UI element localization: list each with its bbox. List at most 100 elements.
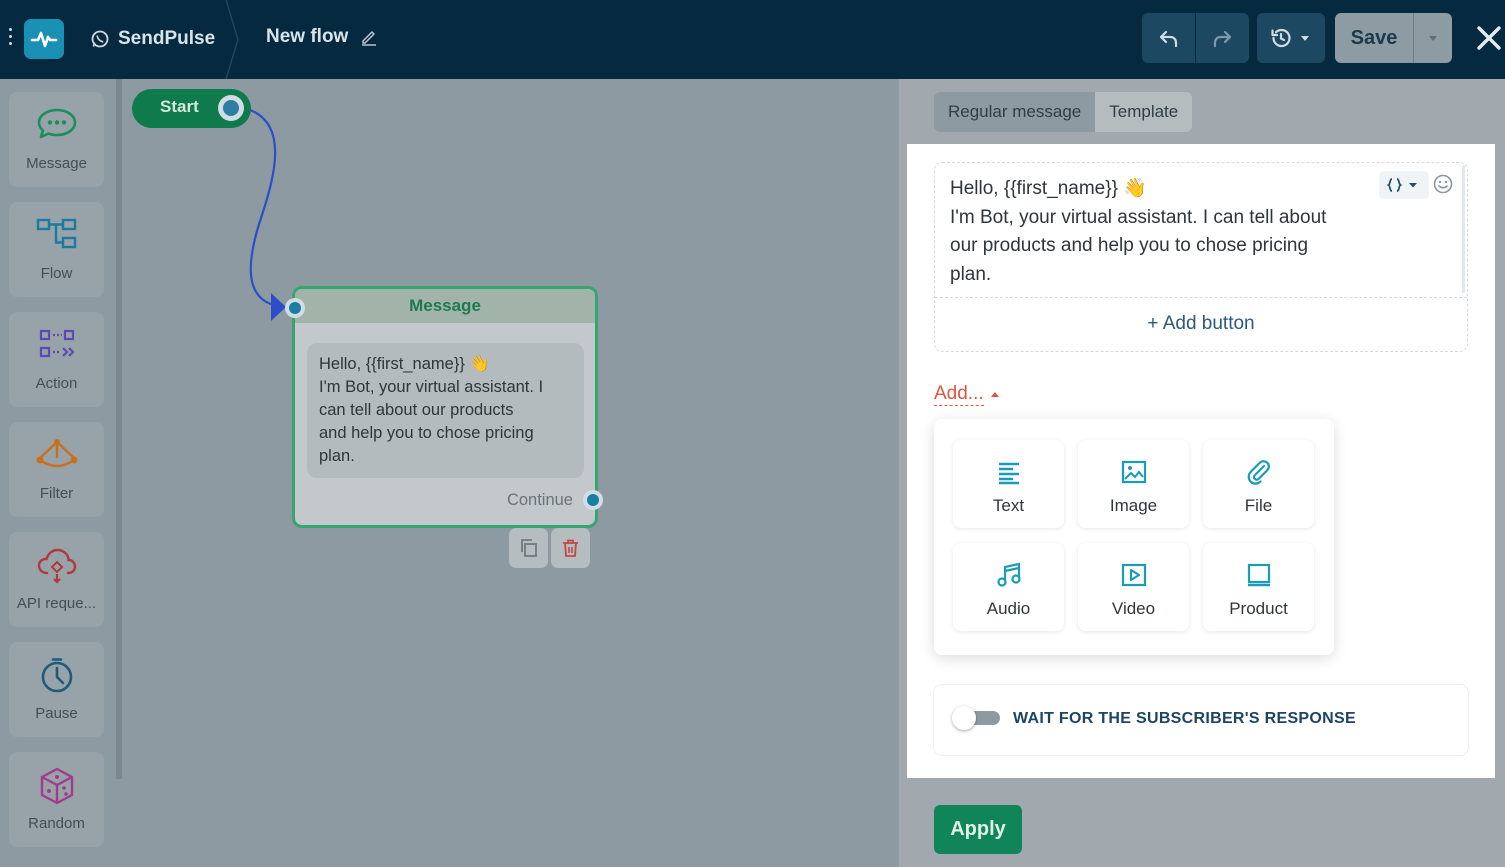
image-icon [1121,460,1147,484]
trash-icon [563,539,578,557]
insert-variable-button[interactable] [1379,171,1429,199]
message-textarea[interactable]: Hello, {{first_name}} 👋 I'm Bot, your vi… [935,163,1467,298]
editor-line: I'm Bot, your virtual assistant. I can t… [950,206,1327,228]
option-label: Image [1109,496,1158,515]
chevron-down-icon [1301,36,1309,41]
wait-response-label: WAIT FOR THE SUBSCRIBER'S RESPONSE [1013,710,1356,727]
editor-line: Hello, {{first_name}} 👋 [950,178,1147,199]
option-label: Video [1111,599,1156,618]
history-button[interactable] [1257,13,1325,63]
tab-template[interactable]: Template [1095,92,1192,132]
message-editor: Hello, {{first_name}} 👋 I'm Bot, your vi… [934,162,1468,352]
add-audio-option[interactable]: Audio [953,543,1064,631]
add-content-toggle[interactable]: Add... [934,383,1000,406]
brand-name: SendPulse [118,28,216,49]
editor-scrollbar[interactable] [1462,165,1465,293]
message-line: plan. [319,447,355,465]
caret-up-icon [990,392,999,397]
start-label: Start [160,97,199,116]
emoji-icon[interactable] [1433,174,1453,194]
wait-response-toggle[interactable] [952,706,1000,730]
option-label: File [1244,496,1273,515]
option-label: Audio [986,599,1031,618]
message-line: can tell about our products [319,401,514,419]
add-content-menu: Text Image File Audio Video Product [934,419,1334,655]
message-input-port[interactable] [285,298,305,318]
undo-icon [1159,30,1178,48]
option-label: Product [1229,599,1288,618]
sidebar-item-pause[interactable]: Pause [9,642,104,737]
sidebar-item-api-request[interactable]: API reque... [9,532,104,627]
message-node-title: Message [295,289,595,323]
sidebar-item-filter[interactable]: Filter [9,422,104,517]
brand[interactable]: SendPulse [90,27,215,51]
copy-icon [521,539,537,557]
add-image-option[interactable]: Image [1078,440,1189,528]
sidebar-item-label: Pause [35,705,78,722]
redo-icon [1213,30,1232,48]
sidebar-item-label: Filter [39,485,74,502]
message-output-port[interactable] [583,490,603,510]
edit-icon[interactable] [360,28,378,46]
editor-line: plan. [950,263,992,285]
sidebar-item-label: Flow [40,265,73,282]
music-icon [997,562,1021,587]
message-line: I'm Bot, your virtual assistant. I [319,378,544,396]
redo-button[interactable] [1196,13,1249,63]
pulse-logo-icon[interactable] [24,19,64,59]
add-file-option[interactable]: File [1203,440,1314,528]
duplicate-node-button[interactable] [509,528,548,568]
sidebar-item-random[interactable]: Random [9,752,104,847]
continue-label: Continue [506,491,573,509]
flow-title: New flow [266,26,349,47]
sidebar-item-message[interactable]: Message [9,92,104,187]
sidebar-item-label: Action [35,375,78,392]
clock-icon [41,658,72,693]
message-line: and help you to chose pricing [319,424,534,442]
whatsapp-icon [91,30,109,48]
message-line: Hello, {{first_name}} 👋 [319,355,490,373]
breadcrumb: New flow [266,26,378,48]
text-icon [999,462,1019,485]
sidebar-item-flow[interactable]: Flow [9,202,104,297]
close-icon[interactable] [1475,24,1503,52]
save-button[interactable]: Save [1335,13,1413,63]
add-text-option[interactable]: Text [953,440,1064,528]
message-node[interactable]: Message Hello, {{first_name}} 👋 I'm Bot,… [292,286,598,528]
option-label: Text [992,496,1025,515]
filter-icon [36,439,77,468]
action-icon [39,329,75,358]
video-icon [1121,563,1147,587]
top-bar: SendPulse New flow Save [0,0,1505,79]
history-icon [1271,28,1291,48]
sidebar-item-label: Random [28,815,85,832]
chevron-down-icon [1429,36,1437,41]
tab-regular-message[interactable]: Regular message [934,92,1096,132]
wait-response-setting: WAIT FOR THE SUBSCRIBER'S RESPONSE [934,685,1468,755]
save-options-button[interactable] [1413,13,1452,63]
dice-icon [40,767,73,805]
flow-icon [36,218,76,249]
paperclip-icon [1247,460,1270,485]
add-video-option[interactable]: Video [1078,543,1189,631]
message-text: Hello, {{first_name}} 👋 I'm Bot, your vi… [950,175,1380,289]
apply-button[interactable]: Apply [934,805,1022,854]
undo-button[interactable] [1142,13,1195,63]
editor-line: our products and help you to chose prici… [950,235,1309,256]
add-content-label: Add... [934,383,984,406]
menu-icon[interactable] [7,28,13,50]
variable-braces-icon [1387,178,1417,192]
breadcrumb-divider [225,0,239,79]
sidebar-item-label: API reque... [16,595,97,612]
message-node-text: Hello, {{first_name}} 👋 I'm Bot, your vi… [307,343,584,478]
delete-node-button[interactable] [551,528,590,568]
add-button[interactable]: + Add button [935,298,1467,352]
message-icon [37,108,76,139]
start-output-port[interactable] [218,95,244,121]
add-product-option[interactable]: Product [1203,543,1314,631]
sidebar-item-action[interactable]: Action [9,312,104,407]
message-type-tabs: Regular message Template [934,92,1193,132]
sidebar-item-label: Message [26,155,87,172]
cloud-api-icon [37,548,76,584]
product-icon [1247,563,1271,587]
